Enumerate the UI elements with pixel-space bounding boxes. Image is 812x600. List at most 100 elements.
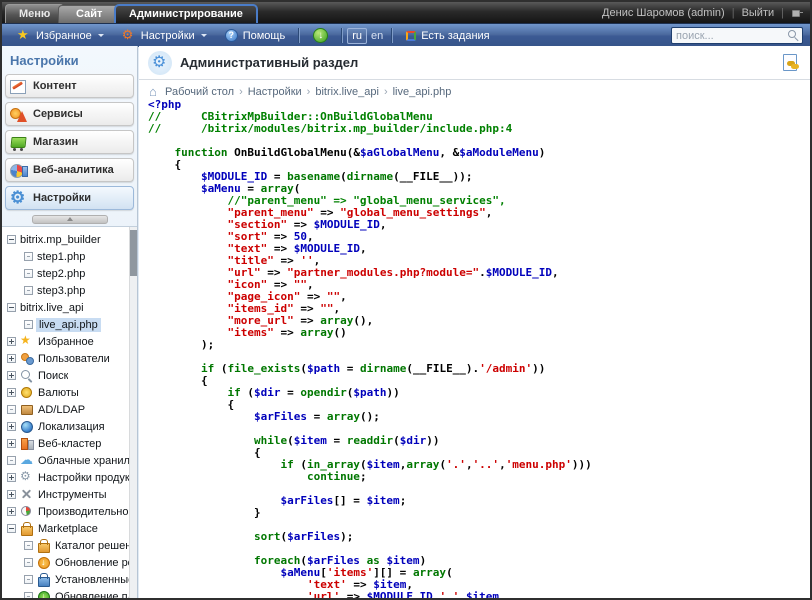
- tree-item-label: live_api.php: [36, 318, 101, 332]
- scrollbar-thumb[interactable]: [130, 230, 137, 276]
- update-icon: [313, 28, 328, 43]
- tree-expand-icon[interactable]: [24, 252, 33, 261]
- tree-expand-icon[interactable]: [24, 269, 33, 278]
- tree-item-label: Локализация: [38, 421, 105, 433]
- tree-item-label: Каталог решений: [55, 540, 129, 552]
- tree-expand-icon[interactable]: [7, 507, 16, 516]
- tree-expand-icon[interactable]: [7, 405, 16, 414]
- toolbar-separator: [391, 28, 393, 43]
- language-en[interactable]: en: [367, 29, 387, 43]
- breadcrumb-link[interactable]: Настройки: [248, 86, 302, 98]
- catalog-icon: [37, 539, 51, 552]
- search-icon[interactable]: [787, 29, 800, 42]
- tasks-link[interactable]: Есть задания: [397, 24, 498, 47]
- favorites-menu[interactable]: Избранное: [8, 24, 113, 47]
- tree-scrollbar[interactable]: [129, 227, 137, 598]
- tree-item[interactable]: Веб-кластер: [2, 435, 129, 452]
- sidebar-item-analytics[interactable]: Веб-аналитика: [5, 158, 134, 182]
- breadcrumb-separator: ›: [307, 86, 311, 98]
- tree-item-label: Обновление решений: [55, 557, 129, 569]
- sidebar-item-label: Контент: [33, 80, 77, 92]
- tree-expand-icon[interactable]: [24, 286, 33, 295]
- tree-item[interactable]: Инструменты: [2, 486, 129, 503]
- code-line: if ($dir = opendir($path)): [148, 387, 806, 399]
- updates-button[interactable]: [304, 24, 337, 47]
- gear-icon: [20, 471, 34, 484]
- tree-item[interactable]: Marketplace: [2, 520, 129, 537]
- tree-expand-icon[interactable]: [24, 575, 33, 584]
- tree-expand-icon[interactable]: [7, 337, 16, 346]
- adldap-icon: [20, 403, 34, 416]
- tree-expand-icon[interactable]: [7, 371, 16, 380]
- user-area: Денис Шаромов (admin) | Выйти |: [602, 2, 804, 23]
- tree-item[interactable]: AD/LDAP: [2, 401, 129, 418]
- tab-administration[interactable]: Администрирование: [114, 4, 258, 23]
- tree-item[interactable]: Облачные хранилища: [2, 452, 129, 469]
- store-icon: [9, 134, 28, 151]
- tree-item[interactable]: Обновление платформы: [2, 588, 129, 598]
- tree-expand-icon[interactable]: [7, 235, 16, 244]
- tree-expand-icon[interactable]: [24, 320, 33, 329]
- tree-item[interactable]: bitrix.mp_builder: [2, 231, 129, 248]
- performance-icon: [20, 505, 34, 518]
- tree-item[interactable]: Поиск: [2, 367, 129, 384]
- divider: |: [781, 7, 784, 19]
- tree-item[interactable]: step1.php: [2, 248, 129, 265]
- menu-button[interactable]: Меню: [5, 4, 64, 23]
- tree-item-label: step2.php: [37, 268, 85, 280]
- tree-item[interactable]: Обновление решений: [2, 554, 129, 571]
- home-icon[interactable]: [149, 86, 160, 98]
- tasks-label: Есть задания: [421, 30, 489, 42]
- user-name[interactable]: Денис Шаромов (admin): [602, 7, 725, 19]
- search-input[interactable]: [672, 30, 787, 42]
- tree-expand-icon[interactable]: [24, 592, 33, 598]
- code-line: );: [148, 339, 806, 351]
- tree-item[interactable]: Установленные решения: [2, 571, 129, 588]
- breadcrumb-link[interactable]: bitrix.live_api: [315, 86, 379, 98]
- code-line: $arFiles = array();: [148, 411, 806, 423]
- tab-site[interactable]: Сайт: [58, 5, 120, 23]
- tree-item[interactable]: Каталог решений: [2, 537, 129, 554]
- tree-item[interactable]: step3.php: [2, 282, 129, 299]
- sidebar-item-settings[interactable]: Настройки: [5, 186, 134, 210]
- search-box: [671, 27, 803, 44]
- tree-expand-icon[interactable]: [7, 439, 16, 448]
- tree-expand-icon[interactable]: [7, 354, 16, 363]
- tree-expand-icon[interactable]: [24, 558, 33, 567]
- tree-item[interactable]: Локализация: [2, 418, 129, 435]
- tree-expand-icon[interactable]: [7, 490, 16, 499]
- tree-item[interactable]: live_api.php: [2, 316, 129, 333]
- tree-item[interactable]: Валюты: [2, 384, 129, 401]
- breadcrumb-items: Рабочий стол›Настройки›bitrix.live_api›l…: [165, 86, 451, 98]
- tree-expand-icon[interactable]: [7, 303, 16, 312]
- page-link-icon[interactable]: [783, 54, 797, 71]
- pin-icon[interactable]: [791, 6, 804, 19]
- tree-expand-icon[interactable]: [7, 456, 16, 465]
- breadcrumb-link[interactable]: Рабочий стол: [165, 86, 234, 98]
- help-menu[interactable]: Помощь: [216, 24, 295, 47]
- settings-menu[interactable]: Настройки: [113, 24, 216, 47]
- tree-item[interactable]: Пользователи: [2, 350, 129, 367]
- tree-item[interactable]: bitrix.live_api: [2, 299, 129, 316]
- tree-item-label: bitrix.mp_builder: [20, 234, 101, 246]
- tree-item[interactable]: Производительность: [2, 503, 129, 520]
- tree-item[interactable]: Избранное: [2, 333, 129, 350]
- sidebar-item-services[interactable]: Сервисы: [5, 102, 134, 126]
- tree-item[interactable]: step2.php: [2, 265, 129, 282]
- breadcrumb-link: live_api.php: [393, 86, 452, 98]
- chevron-down-icon: [201, 34, 207, 37]
- tree-expand-icon[interactable]: [7, 524, 16, 533]
- tree-expand-icon[interactable]: [7, 422, 16, 431]
- update-orange-icon: [37, 556, 51, 569]
- sidebar-resize-handle[interactable]: [32, 215, 108, 224]
- logout-link[interactable]: Выйти: [742, 7, 775, 19]
- sidebar-item-content[interactable]: Контент: [5, 74, 134, 98]
- tree-item-label: Инструменты: [38, 489, 107, 501]
- tree-expand-icon[interactable]: [7, 388, 16, 397]
- sidebar-item-store[interactable]: Магазин: [5, 130, 134, 154]
- tree-item[interactable]: Настройки продукта: [2, 469, 129, 486]
- tree-expand-icon[interactable]: [24, 541, 33, 550]
- tree-expand-icon[interactable]: [7, 473, 16, 482]
- tree-item-label: Обновление платформы: [55, 591, 129, 599]
- language-ru[interactable]: ru: [347, 28, 367, 44]
